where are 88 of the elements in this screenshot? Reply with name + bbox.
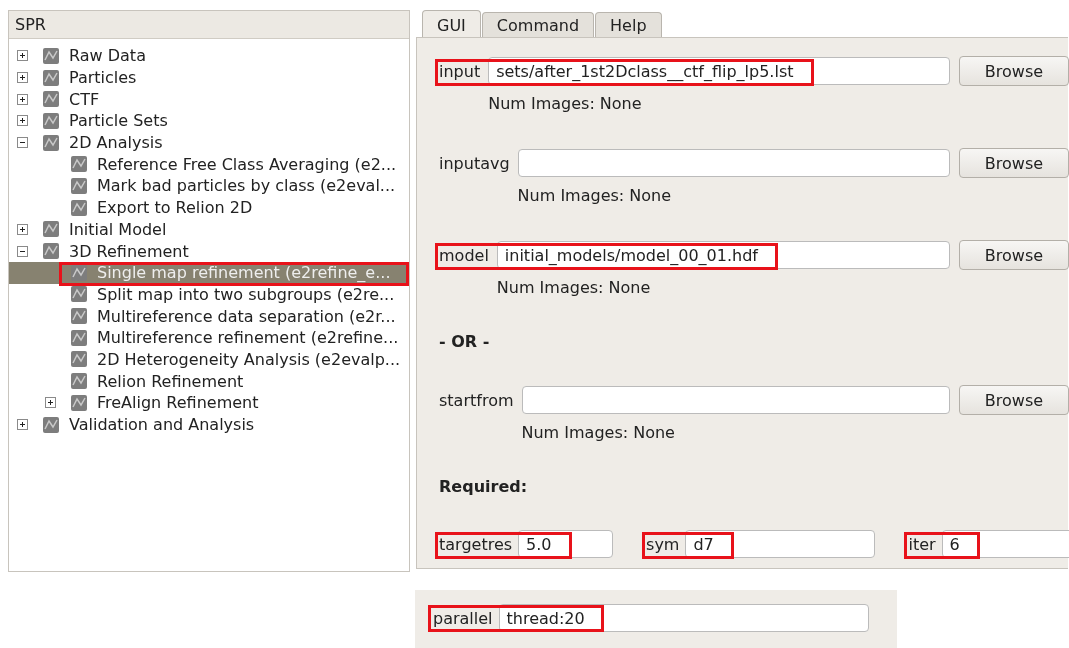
expand-icon[interactable]: [17, 115, 28, 127]
thumbnail-icon: [70, 198, 88, 217]
thumbnail-icon: [70, 285, 88, 304]
tree-item[interactable]: Initial Model: [9, 218, 409, 241]
tree-item[interactable]: Particle Sets: [9, 110, 409, 132]
collapse-icon[interactable]: [17, 137, 28, 149]
text-field[interactable]: d7: [685, 530, 876, 558]
tree-item-label: Multireference data separation (e2r...: [97, 306, 396, 326]
section-heading: Required:: [439, 477, 529, 496]
field-label: inputavg: [439, 153, 511, 173]
tree-item[interactable]: Split map into two subgroups (e2re...: [9, 283, 409, 306]
thumbnail-icon: [70, 328, 88, 347]
expand-icon[interactable]: [17, 223, 28, 235]
thumbnail-icon: [42, 220, 60, 239]
tab[interactable]: Command: [481, 12, 595, 37]
thumbnail-icon: [70, 393, 88, 412]
thumbnail-icon: [42, 133, 60, 152]
thumbnail-icon: [70, 350, 88, 369]
field-label: iter: [908, 534, 937, 554]
field-label: parallel: [433, 608, 493, 628]
tree-item[interactable]: Multireference data separation (e2r...: [9, 305, 409, 327]
tree-item[interactable]: Relion Refinement: [9, 370, 409, 392]
tree-item[interactable]: Particles: [9, 66, 409, 89]
tree-item-label: Multireference refinement (e2refine...: [97, 328, 399, 348]
status-text: Num Images: None: [517, 185, 673, 206]
tree-item-label: Initial Model: [69, 219, 167, 239]
tree-item-label: CTF: [69, 89, 100, 109]
browse-button[interactable]: Browse: [959, 148, 1069, 178]
tree-item-label: Single map refinement (e2refine_e...: [97, 263, 391, 283]
thumbnail-icon: [42, 68, 60, 87]
field-label: startfrom: [439, 390, 515, 410]
text-field[interactable]: 6: [941, 530, 1069, 558]
tree-item-label: Particles: [69, 68, 137, 88]
tree-item[interactable]: Multireference refinement (e2refine...: [9, 326, 409, 349]
tree-item-label: Relion Refinement: [97, 371, 244, 391]
tree-item-label: FreAlign Refinement: [97, 393, 259, 413]
tree-item[interactable]: CTF: [9, 88, 409, 111]
collapse-icon[interactable]: [17, 245, 28, 257]
expand-icon[interactable]: [17, 72, 28, 84]
tree-item[interactable]: 2D Heterogeneity Analysis (e2evalp...: [9, 348, 409, 371]
text-field[interactable]: thread:20: [498, 604, 869, 632]
text-field[interactable]: [521, 386, 950, 414]
tree-item[interactable]: Export to Relion 2D: [9, 196, 409, 219]
tree-item-label: 3D Refinement: [69, 241, 189, 261]
field-label: targetres: [439, 534, 514, 554]
browse-button[interactable]: Browse: [959, 240, 1069, 270]
tree-item[interactable]: Validation and Analysis: [9, 413, 409, 436]
status-text: Num Images: None: [496, 277, 652, 298]
tree-item-label: Split map into two subgroups (e2re...: [97, 284, 395, 304]
thumbnail-icon: [70, 372, 88, 391]
tree-item[interactable]: Raw Data: [9, 45, 409, 67]
thumbnail-icon: [70, 176, 88, 195]
status-text: Num Images: None: [521, 422, 676, 443]
expand-icon[interactable]: [17, 93, 28, 105]
divider-text: - OR -: [439, 332, 491, 351]
tree-item[interactable]: 2D Analysis: [9, 131, 409, 154]
thumbnail-icon: [42, 90, 60, 109]
tree-item-label: Particle Sets: [69, 111, 168, 131]
tree-item[interactable]: 3D Refinement: [9, 240, 409, 262]
tree-item[interactable]: Mark bad particles by class (e2eval...: [9, 175, 409, 197]
tree-item-label: Validation and Analysis: [69, 415, 255, 435]
thumbnail-icon: [42, 111, 60, 130]
tree-item[interactable]: Reference Free Class Averaging (e2...: [9, 153, 409, 176]
field-label: input: [439, 61, 482, 81]
tree-item-label: 2D Heterogeneity Analysis (e2evalp...: [97, 349, 401, 369]
field-label: model: [439, 245, 490, 265]
browse-button[interactable]: Browse: [959, 385, 1069, 415]
status-text: Num Images: None: [488, 93, 643, 114]
expand-icon[interactable]: [17, 50, 28, 62]
expand-icon[interactable]: [45, 397, 56, 409]
field-label: sym: [646, 534, 681, 554]
tree-item-label: Reference Free Class Averaging (e2...: [97, 154, 397, 174]
thumbnail-icon: [42, 415, 60, 434]
thumbnail-icon: [70, 155, 88, 174]
browse-button[interactable]: Browse: [959, 56, 1069, 86]
tree-item[interactable]: FreAlign Refinement: [9, 392, 409, 414]
tab[interactable]: GUI: [422, 10, 481, 37]
tree-item-label: Export to Relion 2D: [97, 198, 253, 218]
expand-icon[interactable]: [17, 419, 28, 431]
tree-header-label: SPR: [14, 15, 46, 34]
thumbnail-icon: [70, 307, 88, 326]
tree-item-label: Mark bad particles by class (e2eval...: [97, 176, 396, 196]
tree-item-label: Raw Data: [69, 46, 146, 66]
text-field[interactable]: [517, 149, 950, 177]
tree-item-label: 2D Analysis: [69, 133, 163, 153]
thumbnail-icon: [42, 242, 60, 261]
tab[interactable]: Help: [595, 12, 662, 37]
thumbnail-icon: [42, 46, 60, 65]
